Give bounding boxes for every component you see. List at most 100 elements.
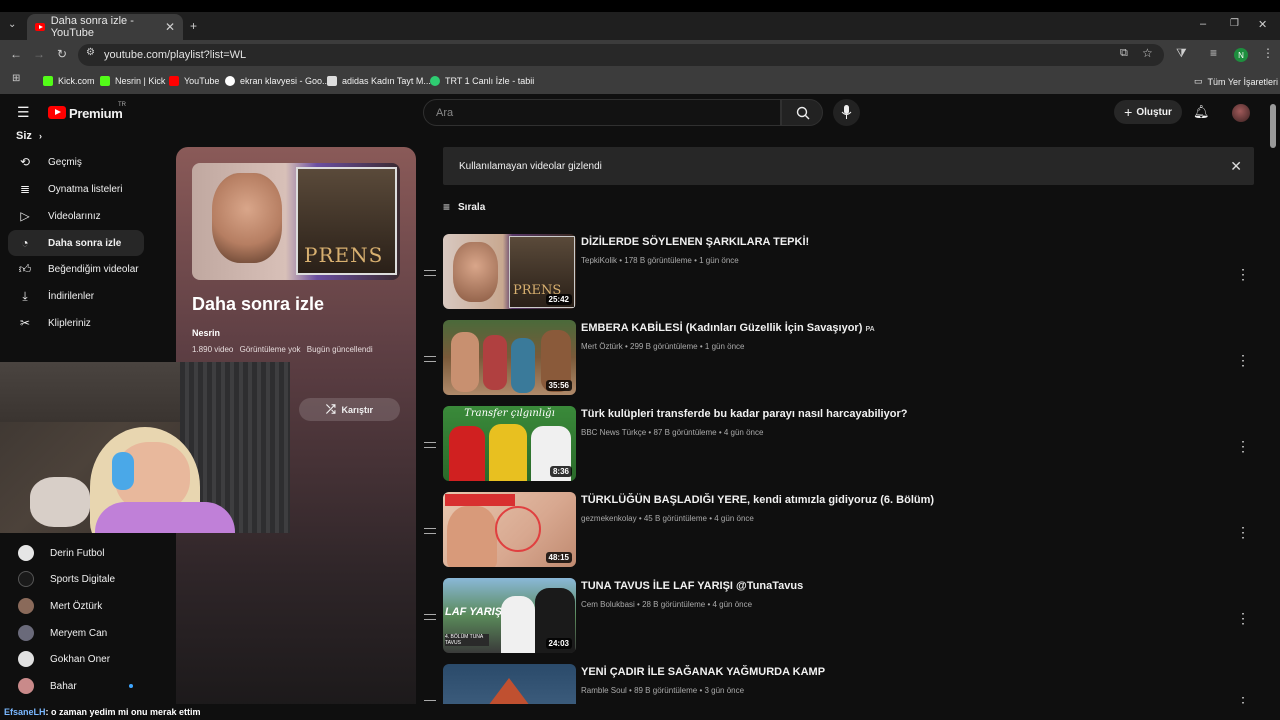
drag-handle-icon[interactable]	[424, 614, 436, 620]
drag-handle-icon[interactable]	[424, 442, 436, 448]
video-title[interactable]: Türk kulüpleri transferde bu kadar paray…	[581, 408, 907, 420]
duration-badge: 8:36	[549, 466, 572, 477]
page-scrollbar[interactable]	[1270, 104, 1276, 148]
sidebar-item-your-videos[interactable]: ▷ Videolarınız	[8, 203, 144, 229]
youtube-logo-icon[interactable]	[48, 106, 66, 119]
channel-name[interactable]: Ramble Soul	[581, 686, 627, 695]
more-options-icon[interactable]: ⋮	[1236, 352, 1250, 369]
video-row[interactable]: Transfer çılgınlığı 8:36 Türk kulüpleri …	[420, 406, 1260, 486]
sidebar-sub-meryem-can[interactable]: Meryem Can	[8, 620, 144, 646]
pillow-graphic	[30, 477, 90, 527]
search-button[interactable]	[781, 99, 823, 126]
sort-button[interactable]: ≡ Sırala	[443, 200, 485, 214]
video-title[interactable]: DİZİLERDE SÖYLENEN ŞARKILARA TEPKİ!	[581, 236, 809, 248]
you-section-header[interactable]: Siz ›	[16, 130, 42, 142]
video-row[interactable]: LAF YARIŞI 4. BÖLÜM TUNA TAVUS 24:03 TUN…	[420, 578, 1260, 658]
site-info-icon[interactable]: ⚙	[86, 47, 95, 58]
hamburger-menu-icon[interactable]: ☰	[17, 104, 30, 121]
video-row[interactable]: 48:15 TÜRKLÜĞÜN BAŞLADIĞI YERE, kendi at…	[420, 492, 1260, 572]
video-thumbnail[interactable]: LAF YARIŞI 4. BÖLÜM TUNA TAVUS 24:03	[443, 578, 576, 653]
avatar	[18, 625, 34, 641]
playlist-thumbnail[interactable]: PRENS	[192, 163, 400, 280]
sidebar-item-liked-videos[interactable]: 👍︎ Beğendiğim videolar	[8, 256, 144, 282]
media-control-icon[interactable]: ≡	[1210, 46, 1217, 60]
sidebar-sub-gokhan-oner[interactable]: Gokhan Oner	[8, 646, 144, 672]
more-options-icon[interactable]: ⋮	[1236, 610, 1250, 627]
bookmark-star-icon[interactable]: ☆	[1142, 46, 1153, 60]
video-row[interactable]: 35:56 EMBERA KABİLESİ (Kadınları Güzelli…	[420, 320, 1260, 400]
video-row[interactable]: PRENS 25:42 DİZİLERDE SÖYLENEN ŞARKILARA…	[420, 234, 1260, 314]
sidebar-sub-mert-ozturk[interactable]: Mert Öztürk	[8, 593, 144, 619]
video-title[interactable]: TUNA TAVUS İLE LAF YARIŞI @TunaTavus	[581, 580, 803, 592]
minimize-icon[interactable]: –	[1200, 18, 1206, 30]
video-title[interactable]: TÜRKLÜĞÜN BAŞLADIĞI YERE, kendi atımızla…	[581, 494, 934, 506]
tab-search-icon[interactable]: ⌄	[8, 19, 16, 30]
sidebar-item-playlists[interactable]: ≣ Oynatma listeleri	[8, 176, 144, 202]
back-icon[interactable]: ←	[10, 47, 22, 61]
upload-age: 3 gün önce	[704, 686, 745, 695]
voice-search-button[interactable]	[833, 99, 860, 126]
top-letterbox	[0, 0, 1280, 12]
bookmark-adidas[interactable]: adidas Kadın Tayt M...	[327, 76, 431, 86]
video-thumbnail[interactable]	[443, 664, 576, 704]
drag-handle-icon[interactable]	[424, 270, 436, 276]
playlist-owner[interactable]: Nesrin	[192, 328, 220, 338]
extensions-icon[interactable]: ⧩	[1176, 46, 1187, 61]
sidebar-sub-bahar[interactable]: Bahar	[8, 673, 144, 699]
channel-name[interactable]: gezmekenkolay	[581, 514, 637, 523]
channel-name[interactable]: TepkiKolik	[581, 256, 617, 265]
video-title[interactable]: EMBERA KABİLESİ (Kadınları Güzellik İçin…	[581, 322, 875, 334]
install-app-icon[interactable]: ⧉	[1120, 47, 1128, 60]
address-bar[interactable]: youtube.com/playlist?list=WL	[78, 44, 1164, 66]
browser-tab[interactable]: Daha sonra izle - YouTube ✕	[27, 14, 183, 40]
drag-handle-icon[interactable]	[424, 356, 436, 362]
video-thumbnail[interactable]: 35:56	[443, 320, 576, 395]
all-bookmarks[interactable]: ▭ Tüm Yer İşaretleri	[1194, 76, 1278, 87]
channel-name[interactable]: Cem Bolukbasi	[581, 600, 635, 609]
video-title[interactable]: YENİ ÇADIR İLE SAĞANAK YAĞMURDA KAMP	[581, 666, 825, 678]
kick-icon	[100, 76, 110, 86]
close-tab-icon[interactable]: ✕	[165, 20, 175, 34]
search-input[interactable]: Ara	[423, 99, 781, 126]
channel-name[interactable]: Mert Öztürk	[581, 342, 623, 351]
channel-name[interactable]: BBC News Türkçe	[581, 428, 646, 437]
forward-icon[interactable]: →	[33, 47, 45, 61]
drag-handle-icon[interactable]	[424, 528, 436, 534]
video-badge: PA	[865, 326, 875, 333]
bookmark-google[interactable]: ekran klavyesi - Goo...	[225, 76, 330, 86]
restore-icon[interactable]: ❐	[1230, 18, 1239, 29]
sidebar-item-label: İndirilenler	[48, 290, 95, 302]
create-button[interactable]: + Oluştur	[1114, 100, 1182, 124]
sidebar-sub-sports-digitale[interactable]: Sports Digitale	[8, 566, 144, 592]
bookmark-youtube[interactable]: YouTube	[169, 76, 219, 86]
video-thumbnail[interactable]: 48:15	[443, 492, 576, 567]
sidebar-item-clips[interactable]: ✂ Klipleriniz	[8, 310, 144, 336]
shuffle-button[interactable]: ⤮ Karıştır	[299, 398, 400, 421]
more-options-icon[interactable]: ⋮	[1236, 524, 1250, 541]
notifications-bell-icon[interactable]: 🔔︎	[1193, 104, 1210, 120]
more-options-icon[interactable]: ⋮	[1236, 266, 1250, 283]
apps-grid-icon[interactable]: ⊞	[12, 73, 20, 84]
logo-text[interactable]: Premium	[69, 106, 123, 121]
sidebar-item-downloads[interactable]: ⤓ İndirilenler	[8, 283, 144, 309]
account-avatar[interactable]	[1232, 104, 1250, 122]
sidebar-item-history[interactable]: ⟲ Geçmiş	[8, 149, 144, 175]
video-row[interactable]: YENİ ÇADIR İLE SAĞANAK YAĞMURDA KAMP Ram…	[420, 664, 1260, 704]
profile-avatar[interactable]: N	[1234, 48, 1248, 62]
bookmark-nesrin-kick[interactable]: Nesrin | Kick	[100, 76, 165, 86]
duration-badge: 25:42	[545, 294, 572, 305]
video-thumbnail[interactable]: Transfer çılgınlığı 8:36	[443, 406, 576, 481]
kick-icon	[43, 76, 53, 86]
new-tab-icon[interactable]: +	[190, 19, 197, 33]
bookmark-kick[interactable]: Kick.com	[43, 76, 95, 86]
video-thumbnail[interactable]: PRENS 25:42	[443, 234, 576, 309]
sidebar-item-watch-later[interactable]: ◔ Daha sonra izle	[8, 230, 144, 256]
bookmark-trt[interactable]: TRT 1 Canlı İzle - tabii	[430, 76, 534, 86]
more-options-icon[interactable]: ⋮	[1236, 438, 1250, 455]
browser-menu-icon[interactable]: ⋮	[1262, 46, 1274, 60]
reload-icon[interactable]: ↻	[57, 47, 67, 61]
shuffle-icon: ⤮	[325, 402, 336, 416]
close-icon[interactable]: ✕	[1230, 158, 1242, 175]
sidebar-sub-derin-futbol[interactable]: Derin Futbol	[8, 540, 144, 566]
window-close-icon[interactable]: ✕	[1258, 18, 1267, 31]
